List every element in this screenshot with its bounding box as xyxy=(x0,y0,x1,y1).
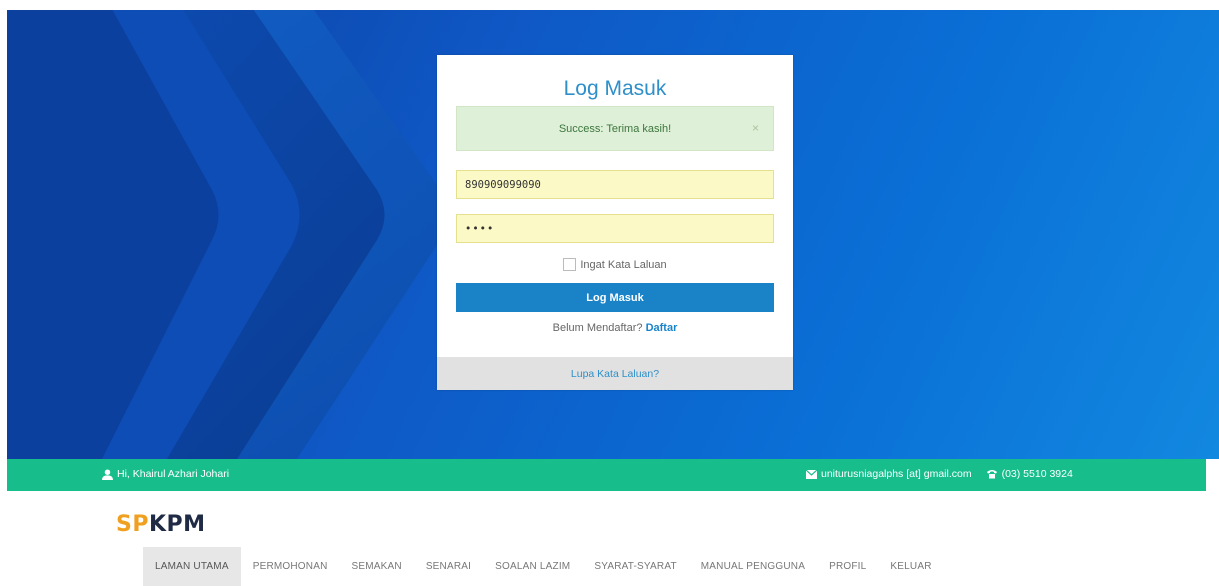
close-icon[interactable]: × xyxy=(752,121,759,135)
nav-item-manual-pengguna[interactable]: MANUAL PENGGUNA xyxy=(689,547,817,586)
phone-text: (03) 5510 3924 xyxy=(1001,468,1073,480)
nav-item-soalan-lazim[interactable]: SOALAN LAZIM xyxy=(483,547,582,586)
remember-me[interactable]: Ingat Kata Laluan xyxy=(437,258,793,271)
user-greeting: Hi, Khairul Azhari Johari xyxy=(102,468,229,480)
nav-item-syarat-syarat[interactable]: SYARAT-SYARAT xyxy=(582,547,688,586)
top-info-bar: Hi, Khairul Azhari Johari uniturusniagal… xyxy=(7,459,1206,491)
nav-item-senarai[interactable]: SENARAI xyxy=(414,547,483,586)
nav-item-keluar[interactable]: KELUAR xyxy=(878,547,943,586)
phone-contact: (03) 5510 3924 xyxy=(986,468,1073,480)
register-prompt: Belum Mendaftar? Daftar xyxy=(437,322,793,334)
register-link[interactable]: Daftar xyxy=(646,322,678,334)
forgot-password-link[interactable]: Lupa Kata Laluan? xyxy=(437,357,793,390)
password-input[interactable]: •••• xyxy=(456,214,774,243)
email-contact[interactable]: uniturusniagalphs [at] gmail.com xyxy=(806,468,972,480)
logo-part-kpm: KPM xyxy=(148,512,206,537)
remember-checkbox[interactable] xyxy=(563,258,577,271)
nav-item-profil[interactable]: PROFIL xyxy=(817,547,878,586)
main-nav: LAMAN UTAMA PERMOHONAN SEMAKAN SENARAI S… xyxy=(143,547,944,586)
envelope-icon xyxy=(806,469,817,479)
ic-number-input[interactable]: 890909099090 xyxy=(456,170,774,199)
login-title: Log Masuk xyxy=(563,77,667,100)
contact-info: uniturusniagalphs [at] gmail.com (03) 55… xyxy=(806,468,1073,480)
site-logo[interactable]: SPKPM xyxy=(116,512,206,537)
phone-icon xyxy=(986,470,997,479)
remember-label: Ingat Kata Laluan xyxy=(580,258,667,271)
logo-part-sp: SP xyxy=(116,512,149,537)
email-text: uniturusniagalphs [at] gmail.com xyxy=(821,468,972,480)
register-prompt-text: Belum Mendaftar? xyxy=(552,322,643,334)
login-button[interactable]: Log Masuk xyxy=(456,283,774,312)
nav-item-laman-utama[interactable]: LAMAN UTAMA xyxy=(143,547,241,586)
greeting-text: Hi, Khairul Azhari Johari xyxy=(117,468,230,480)
nav-item-permohonan[interactable]: PERMOHONAN xyxy=(241,547,340,586)
login-card: Log Masuk Success: Terima kasih! × 89090… xyxy=(437,55,793,390)
success-alert: Success: Terima kasih! × xyxy=(456,106,774,151)
user-icon xyxy=(102,468,113,480)
alert-text: Success: Terima kasih! xyxy=(558,122,672,135)
nav-item-semakan[interactable]: SEMAKAN xyxy=(340,547,414,586)
